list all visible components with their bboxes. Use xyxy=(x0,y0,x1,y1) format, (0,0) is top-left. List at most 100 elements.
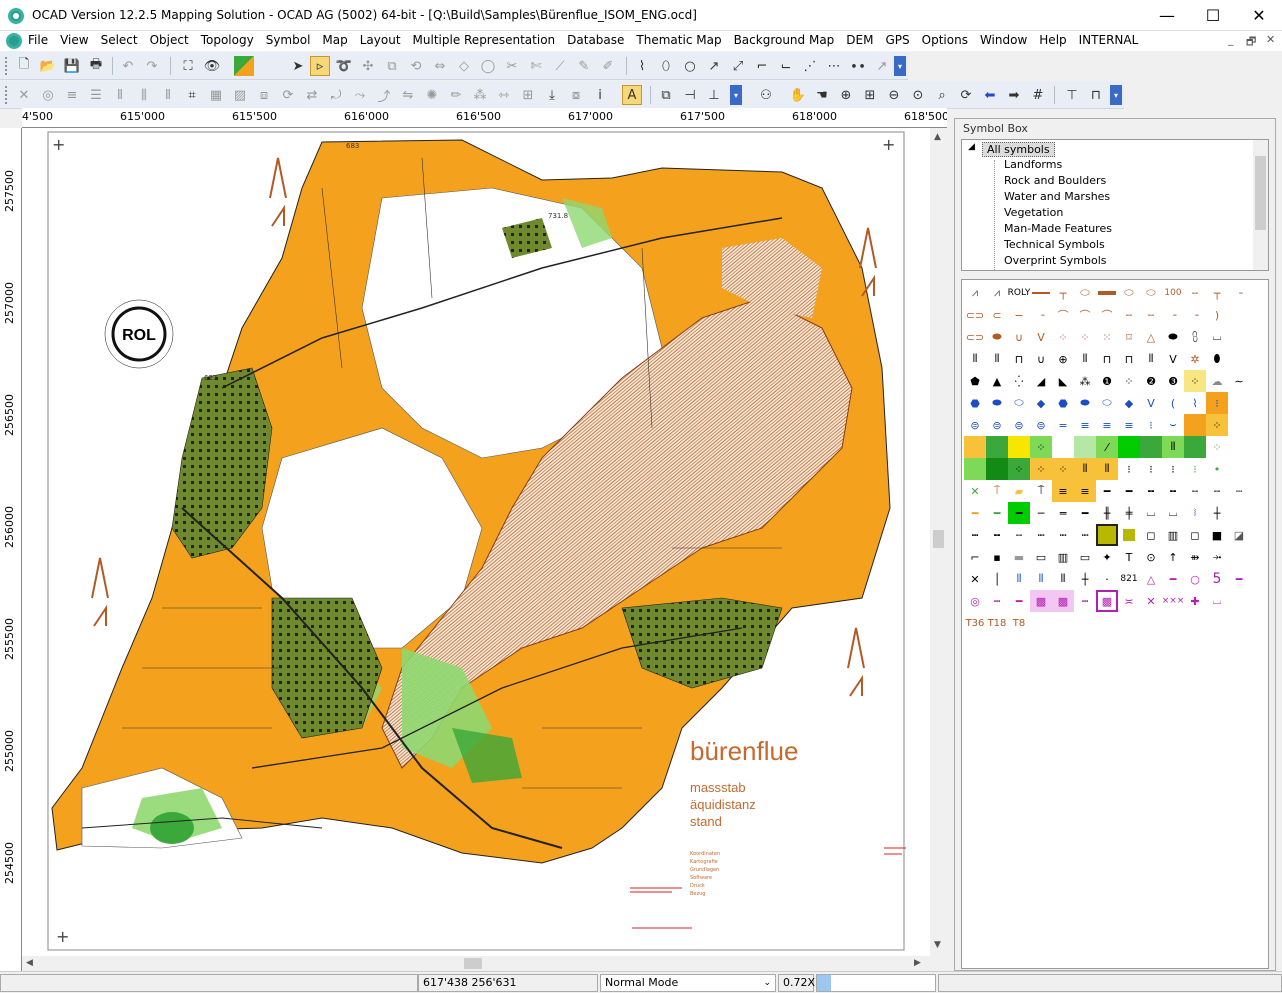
symbol-tile[interactable]: ⬭ xyxy=(1140,282,1162,304)
mdi-restore-button[interactable]: 🗗 xyxy=(1246,33,1256,52)
minimize-button[interactable]: — xyxy=(1144,0,1190,31)
symbol-tile[interactable]: ⦀ xyxy=(1162,436,1184,458)
toolbar-overflow-icon[interactable]: ▾ xyxy=(894,56,906,76)
split-icon[interactable]: ✄ xyxy=(526,56,546,76)
symbol-tile[interactable]: ⤞ xyxy=(1206,546,1228,568)
symbol-tile[interactable]: ⦀ xyxy=(1074,348,1096,370)
symbol-tile[interactable]: ⇻ xyxy=(1184,546,1206,568)
menu-background-map[interactable]: Background Map xyxy=(734,33,835,47)
symbol-tile[interactable]: ╶ xyxy=(1162,304,1184,326)
symbol-tile[interactable]: ⊂⊃ xyxy=(964,326,986,348)
symbol-tile[interactable]: ⁝ xyxy=(1118,458,1140,480)
symbol-grid[interactable]: ⩘ ⩘ ROLY ┬ ⬭ ⬭ ⬭ 100 ╌ ┬ ╶ ⊂⊃ ⊂ − ╶ ⌒ ⌒ … xyxy=(961,279,1269,969)
symbol-tile[interactable]: ⌒ xyxy=(1096,304,1118,326)
symbol-tile[interactable]: ⌐ xyxy=(964,546,986,568)
undo-icon[interactable]: ↶ xyxy=(118,56,138,76)
symbol-tile[interactable]: ⬬ xyxy=(1074,392,1096,414)
symbol-tile[interactable]: ⁘ xyxy=(1074,326,1096,348)
symbol-tile[interactable]: ▭ xyxy=(1074,546,1096,568)
pencil-edit-icon[interactable]: ✏ xyxy=(446,85,466,105)
symbol-tile[interactable]: ▬ xyxy=(1008,546,1030,568)
symbol-tile[interactable]: ≡ xyxy=(1096,414,1118,436)
symbol-tile[interactable]: ☁ xyxy=(1206,370,1228,392)
symbol-tile[interactable]: ⬭ xyxy=(1118,282,1140,304)
symbol-tile[interactable]: ⊜ xyxy=(1008,414,1030,436)
symbol-tile[interactable]: 5 xyxy=(1206,568,1228,590)
scroll-left-icon[interactable]: ◀ xyxy=(26,958,33,968)
symbol-tile[interactable]: ■ xyxy=(1206,524,1228,546)
symbol-tile[interactable]: ╌ xyxy=(1184,282,1206,304)
mode-select[interactable]: Normal Mode ⌄ xyxy=(600,974,776,992)
symbol-tile[interactable]: 821 xyxy=(1118,568,1140,590)
toolbar-overflow-icon[interactable]: ▾ xyxy=(1110,85,1122,105)
symbol-tile[interactable]: ⩘ xyxy=(986,282,1008,304)
symbol-tile[interactable]: △ xyxy=(1140,326,1162,348)
scissors-icon[interactable]: ✂ xyxy=(502,56,522,76)
symbol-tile[interactable]: ≡ xyxy=(1074,414,1096,436)
symbol-tile[interactable]: │ xyxy=(986,568,1008,590)
symbol-tile[interactable]: ⦀ xyxy=(986,348,1008,370)
print-icon[interactable]: 🖶 xyxy=(86,56,106,76)
symbol-tile[interactable]: ⁘ xyxy=(1052,458,1074,480)
tree-item-water-and-marshes[interactable]: Water and Marshes xyxy=(1004,190,1110,203)
reshape-icon[interactable]: ◇ xyxy=(454,56,474,76)
symbol-tile[interactable]: ⦀ xyxy=(1008,568,1030,590)
forward-icon[interactable]: ➡ xyxy=(1004,85,1024,105)
redo-icon[interactable]: ↷ xyxy=(142,56,162,76)
curve-icon[interactable]: ⌇ xyxy=(632,56,652,76)
symbol-tile[interactable]: ⬬ xyxy=(986,392,1008,414)
new-icon[interactable]: 🗋 xyxy=(14,56,34,76)
tree-scrollbar[interactable] xyxy=(1253,140,1268,270)
symbol-tile[interactable]: − xyxy=(1008,304,1030,326)
symbol-tile[interactable]: ⬣ xyxy=(964,392,986,414)
pan-icon[interactable]: ✋ xyxy=(788,85,808,105)
symbol-tile[interactable]: ⁘ xyxy=(1206,414,1228,436)
symbol-tile[interactable]: ⁘ xyxy=(1030,458,1052,480)
toolbar-overflow-icon[interactable]: ▾ xyxy=(730,85,742,105)
symbol-tile[interactable]: ⌴ xyxy=(1162,502,1184,524)
symbol-tile[interactable]: ⁝ xyxy=(1140,414,1162,436)
layers-icon[interactable]: ⧇ xyxy=(566,85,586,105)
symbol-tile[interactable]: ⦀ xyxy=(1140,348,1162,370)
map-horizontal-scrollbar[interactable]: ◀ ▶ xyxy=(22,956,930,971)
symbol-tile[interactable]: ✕ xyxy=(1140,590,1162,612)
rotate-icon[interactable]: ⟲ xyxy=(406,56,426,76)
reverse-icon[interactable]: ⟳ xyxy=(278,85,298,105)
symbol-tile[interactable]: ╪ xyxy=(1118,502,1140,524)
symbol-tile[interactable]: ╌ xyxy=(1118,304,1140,326)
symbol-tile[interactable]: ⦀ xyxy=(964,348,986,370)
symbol-tile[interactable] xyxy=(1052,436,1074,458)
symbol-tile[interactable]: ⌒ xyxy=(1074,304,1096,326)
circle-object-icon[interactable]: ◯ xyxy=(478,56,498,76)
polyline-icon[interactable]: ⌙ xyxy=(776,56,796,76)
symbol-tile[interactable]: ◻ xyxy=(1184,524,1206,546)
menu-thematic-map[interactable]: Thematic Map xyxy=(636,33,721,47)
symbol-tile[interactable] xyxy=(1118,436,1140,458)
crop-icon[interactable]: ⌗ xyxy=(182,85,202,105)
symbol-tile[interactable]: ≍ xyxy=(1118,590,1140,612)
tree-item-landforms[interactable]: Landforms xyxy=(1004,158,1062,171)
menu-view[interactable]: View xyxy=(60,33,88,47)
pencil-icon[interactable]: ✐ xyxy=(598,56,618,76)
symbol-tile[interactable]: T8 xyxy=(1008,612,1030,634)
symbol-tile[interactable]: ⬭ xyxy=(1074,282,1096,304)
menu-select[interactable]: Select xyxy=(101,33,138,47)
symbol-tile[interactable]: ◻ xyxy=(1140,524,1162,546)
refresh-icon[interactable]: ⟳ xyxy=(956,85,976,105)
freehand-icon[interactable]: ↗ xyxy=(704,56,724,76)
bars-icon[interactable]: ⫼ xyxy=(134,85,154,105)
distribute-icon[interactable]: ☰ xyxy=(86,85,106,105)
select-icon[interactable]: ➤ xyxy=(288,56,308,76)
symbol-tile[interactable]: △ xyxy=(1140,568,1162,590)
symbol-tile[interactable]: ╌ xyxy=(1184,480,1206,502)
symbol-tile[interactable]: ⧘ xyxy=(1184,502,1206,524)
symbol-tile[interactable]: ⁛ xyxy=(1008,370,1030,392)
symbol-tile[interactable]: ╫ xyxy=(1096,502,1118,524)
menu-layout[interactable]: Layout xyxy=(360,33,401,47)
toolbar-grip[interactable] xyxy=(5,86,9,104)
symbol-tile[interactable]: ╶ xyxy=(1030,304,1052,326)
tree-item-man-made-features[interactable]: Man-Made Features xyxy=(1004,222,1112,235)
menu-help[interactable]: Help xyxy=(1039,33,1066,47)
symbol-tile[interactable]: ⊜ xyxy=(964,414,986,436)
symbol-tile[interactable]: T36 xyxy=(964,612,986,634)
